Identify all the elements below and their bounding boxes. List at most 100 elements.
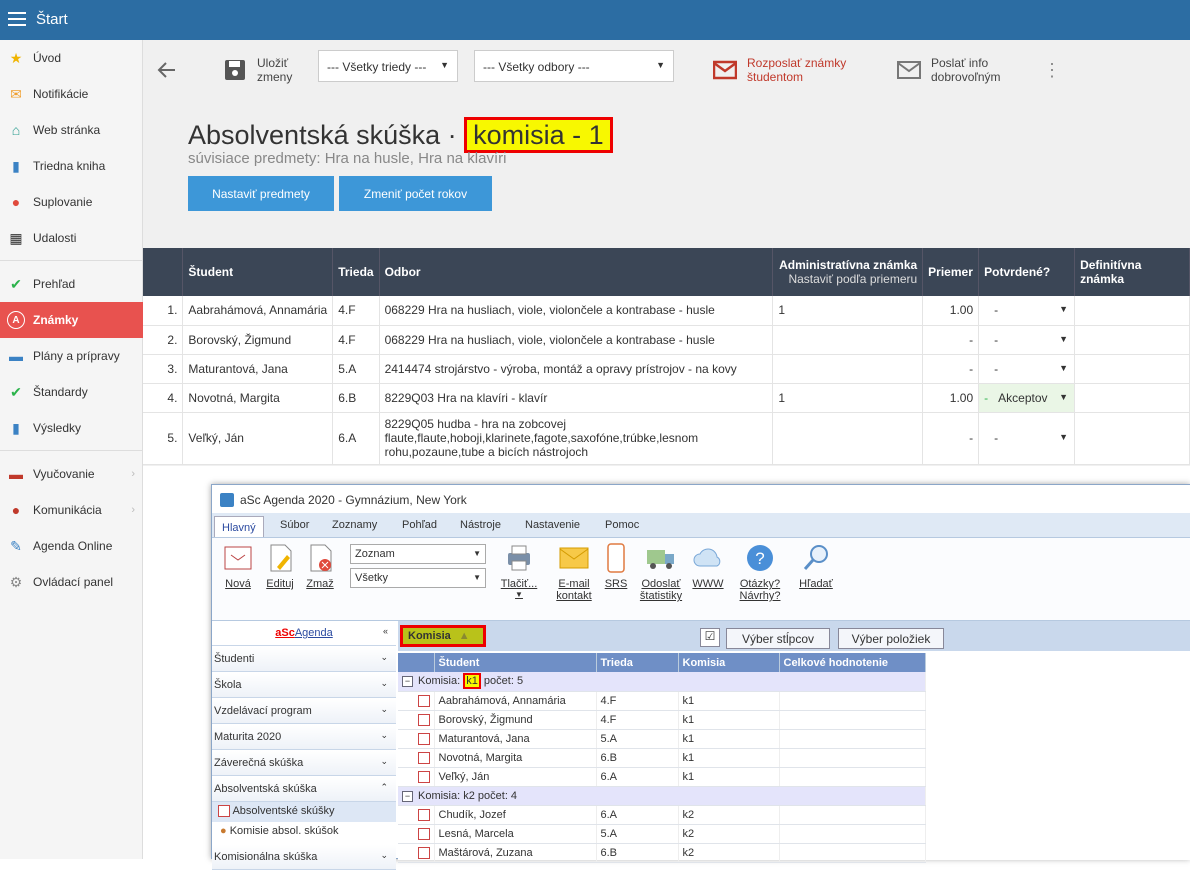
expand-icon[interactable]: ⌄ bbox=[380, 678, 388, 689]
final-grade-cell[interactable] bbox=[1074, 325, 1190, 355]
nav-section-5[interactable]: Absolventská skúška ⌃ bbox=[212, 777, 396, 802]
expand-icon[interactable]: ⌄ bbox=[380, 704, 388, 715]
grid-row[interactable]: Maštárová, Zuzana 6.B k2 bbox=[398, 843, 926, 863]
collapse-group-icon[interactable]: − bbox=[402, 790, 413, 802]
expand-icon[interactable]: ⌄ bbox=[380, 652, 388, 663]
confirmed-select[interactable]: - ▼ bbox=[978, 354, 1076, 384]
confirmed-select[interactable]: - ▼ bbox=[978, 325, 1076, 355]
menu-5[interactable]: Nastavenie bbox=[525, 519, 580, 531]
expand-icon[interactable]: ⌄ bbox=[380, 730, 388, 741]
sidebar-item-10[interactable]: ▮ Výsledky bbox=[0, 410, 143, 446]
confirmed-select[interactable]: - Akceptov ▼ bbox=[978, 383, 1076, 413]
col-student[interactable]: Študent bbox=[182, 248, 334, 296]
admin-grade-cell[interactable] bbox=[772, 412, 924, 465]
admin-grade-cell[interactable] bbox=[772, 354, 924, 384]
confirmed-select[interactable]: - ▼ bbox=[978, 296, 1076, 326]
grid-row[interactable]: Chudík, Jozef 6.A k2 bbox=[398, 805, 926, 825]
admin-grade-cell[interactable]: 1 bbox=[772, 383, 924, 413]
sidebar-item-3[interactable]: ▮ Triedna kniha bbox=[0, 148, 143, 184]
grid-row[interactable]: Aabrahámová, Annamária 4.F k1 bbox=[398, 691, 926, 711]
search-button[interactable]: Hľadať bbox=[796, 542, 836, 590]
grid-col-class[interactable]: Trieda bbox=[596, 653, 679, 672]
table-row[interactable]: 1. Aabrahámová, Annamária 4.F 068229 Hra na… bbox=[143, 296, 1190, 326]
admin-grade-cell[interactable] bbox=[772, 325, 924, 355]
sidebar-item-12[interactable]: ● Komunikácia › bbox=[0, 492, 143, 528]
filter-combo[interactable]: Všetky ▼ bbox=[350, 568, 486, 588]
field-filter-select[interactable]: --- Všetky odbory --- ▼ bbox=[474, 50, 674, 82]
student-name[interactable]: Borovský, Žigmund bbox=[182, 325, 334, 355]
final-grade-cell[interactable] bbox=[1074, 383, 1190, 413]
table-row[interactable]: 2. Borovský, Žigmund 4.F 068229 Hra na husl… bbox=[143, 325, 1190, 355]
menu-icon[interactable] bbox=[8, 12, 26, 26]
sidebar-item-14[interactable]: ⚙ Ovládací panel bbox=[0, 564, 143, 600]
grid-row[interactable]: Veľký, Ján 6.A k1 bbox=[398, 767, 926, 787]
col-class[interactable]: Trieda bbox=[332, 248, 380, 296]
more-menu-icon[interactable]: ⋮ bbox=[1043, 50, 1061, 90]
print-button[interactable]: Tlačiť... ▼ bbox=[496, 542, 542, 599]
grid-col-student[interactable]: Študent bbox=[434, 653, 597, 672]
sidebar-item-1[interactable]: ✉ Notifikácie bbox=[0, 76, 143, 112]
nav-section-2[interactable]: Vzdelávací program ⌄ bbox=[212, 699, 396, 724]
collapse-panel-icon[interactable]: « bbox=[383, 626, 388, 636]
student-name[interactable]: Aabrahámová, Annamária bbox=[182, 296, 334, 326]
item-selection-button[interactable]: Výber položiek bbox=[838, 628, 944, 649]
table-row[interactable]: 4. Novotná, Margita 6.B 8229Q03 Hra na klav… bbox=[143, 383, 1190, 413]
grid-row[interactable]: Maturantová, Jana 5.A k1 bbox=[398, 729, 926, 749]
group-row[interactable]: − Komisia: k2 počet: 4 bbox=[398, 786, 926, 806]
admin-grade-cell[interactable]: 1 bbox=[772, 296, 924, 326]
back-button[interactable] bbox=[155, 50, 179, 90]
menu-1[interactable]: Súbor bbox=[280, 519, 309, 531]
srs-button[interactable]: SRS bbox=[600, 542, 632, 590]
sidebar-item-5[interactable]: ▦ Udalosti bbox=[0, 220, 143, 256]
send-info-button[interactable]: Poslať info dobrovoľným bbox=[897, 50, 1001, 90]
sidebar-item-8[interactable]: ▬ Plány a prípravy bbox=[0, 338, 143, 374]
col-final-grade[interactable]: Definitívna známka bbox=[1074, 248, 1190, 296]
grid-row[interactable]: Borovský, Žigmund 4.F k1 bbox=[398, 710, 926, 730]
sidebar-item-9[interactable]: ✔ Štandardy bbox=[0, 374, 143, 410]
agenda-brand[interactable]: aScAgenda « bbox=[212, 621, 396, 646]
group-by-tag[interactable]: Komisia ▲ bbox=[400, 625, 486, 647]
class-filter-select[interactable]: --- Všetky triedy --- ▼ bbox=[318, 50, 458, 82]
group-row[interactable]: − Komisia: k1 počet: 5 bbox=[398, 672, 926, 692]
col-admin-grade[interactable]: Administratívna známka Nastaviť podľa pri… bbox=[772, 248, 924, 296]
student-name[interactable]: Veľký, Ján bbox=[182, 412, 334, 465]
checkbox-toggle[interactable]: ☑ bbox=[700, 628, 720, 647]
sidebar-item-6[interactable]: ✔ Prehľad bbox=[0, 266, 143, 302]
final-grade-cell[interactable] bbox=[1074, 354, 1190, 384]
set-subjects-button[interactable]: Nastaviť predmety bbox=[188, 176, 334, 211]
nav-section-0[interactable]: Študenti ⌄ bbox=[212, 647, 396, 672]
nav-section-1[interactable]: Škola ⌄ bbox=[212, 673, 396, 698]
col-field[interactable]: Odbor bbox=[379, 248, 774, 296]
menu-6[interactable]: Pomoc bbox=[605, 519, 639, 531]
nav-item-committees[interactable]: ● Komisie absol. skúšok bbox=[212, 822, 396, 842]
col-average[interactable]: Priemer bbox=[922, 248, 980, 296]
sidebar-item-4[interactable]: ● Suplovanie bbox=[0, 184, 143, 220]
nav-section-4[interactable]: Záverečná skúška ⌄ bbox=[212, 751, 396, 776]
final-grade-cell[interactable] bbox=[1074, 296, 1190, 326]
set-by-average-link[interactable]: Nastaviť podľa priemeru bbox=[778, 272, 917, 286]
print-dropdown-icon[interactable]: ▼ bbox=[496, 590, 542, 599]
send-grades-button[interactable]: Rozposlať známky študentom bbox=[713, 50, 846, 90]
collapse-group-icon[interactable]: − bbox=[402, 676, 413, 688]
new-button[interactable]: Nová bbox=[218, 542, 258, 590]
nav-item-exams[interactable]: Absolventské skúšky bbox=[212, 802, 396, 822]
collapse-icon[interactable]: ⌃ bbox=[380, 782, 388, 793]
grid-col-overall[interactable]: Celkové hodnotenie bbox=[779, 653, 926, 672]
www-button[interactable]: WWW bbox=[690, 542, 726, 590]
column-selection-button[interactable]: Výber stĺpcov bbox=[726, 628, 830, 649]
student-name[interactable]: Novotná, Margita bbox=[182, 383, 334, 413]
sidebar-item-0[interactable]: ★ Úvod bbox=[0, 40, 143, 76]
menu-4[interactable]: Nástroje bbox=[460, 519, 501, 531]
delete-button[interactable]: Zmaž bbox=[302, 542, 338, 590]
confirmed-select[interactable]: - ▼ bbox=[978, 412, 1076, 465]
sidebar-item-11[interactable]: ▬ Vyučovanie › bbox=[0, 456, 143, 492]
col-confirmed[interactable]: Potvrdené? bbox=[978, 248, 1076, 296]
grid-row[interactable]: Novotná, Margita 6.B k1 bbox=[398, 748, 926, 768]
save-button[interactable]: Uložiť zmeny bbox=[223, 50, 292, 90]
send-stats-button[interactable]: Odoslať štatistiky bbox=[636, 542, 686, 602]
sidebar-item-7[interactable]: A Známky bbox=[0, 302, 143, 338]
change-years-button[interactable]: Zmeniť počet rokov bbox=[339, 176, 492, 211]
app-title[interactable]: Štart bbox=[36, 11, 68, 28]
sidebar-item-13[interactable]: ✎ Agenda Online bbox=[0, 528, 143, 564]
expand-icon[interactable]: ⌄ bbox=[380, 756, 388, 767]
